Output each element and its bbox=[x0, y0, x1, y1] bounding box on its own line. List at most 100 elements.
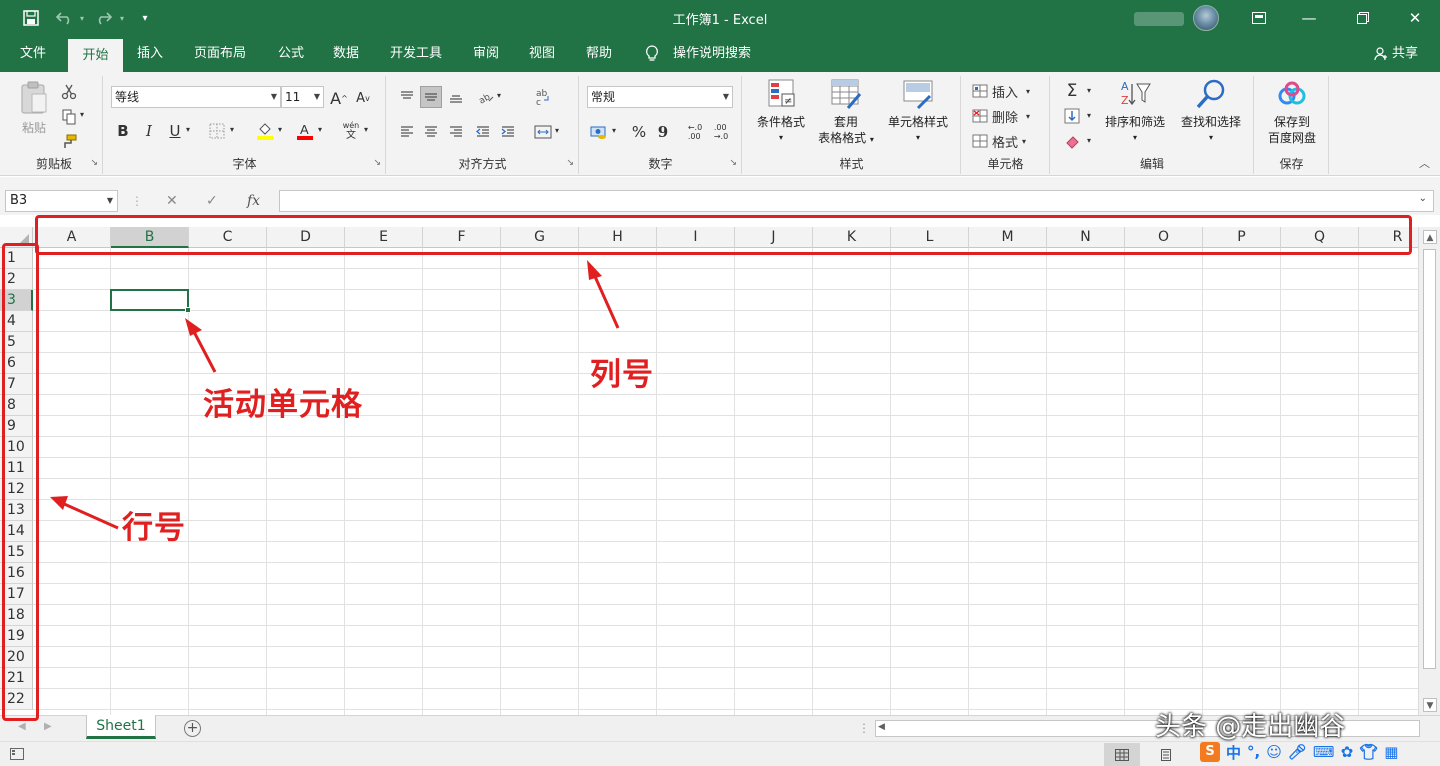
grow-font-icon[interactable]: A ^ bbox=[328, 87, 350, 109]
align-left-icon[interactable] bbox=[396, 121, 418, 143]
underline-button[interactable]: U bbox=[164, 120, 186, 142]
bold-button[interactable]: B bbox=[112, 120, 134, 142]
format-as-table-button[interactable]: 套用 表格格式 ▾ bbox=[811, 78, 881, 148]
orientation-icon[interactable]: ab bbox=[475, 86, 497, 108]
enter-icon[interactable]: ✓ bbox=[206, 190, 218, 212]
vertical-scroll-thumb[interactable] bbox=[1423, 249, 1436, 669]
fill-icon[interactable] bbox=[1061, 105, 1083, 127]
scroll-up-icon[interactable]: ▲ bbox=[1423, 230, 1437, 244]
clipboard-launcher-icon[interactable]: ↘ bbox=[90, 158, 98, 168]
paste-button[interactable]: 粘贴 bbox=[10, 80, 58, 136]
worksheet-grid[interactable]: A B C D E F G H I J K L M N O P Q R 1 2 3 4 5 6 7 8 9 10 11 12 13 14 15 1… bbox=[0, 227, 1418, 715]
autosum-icon[interactable]: Σ bbox=[1061, 80, 1083, 102]
align-right-icon[interactable] bbox=[445, 121, 467, 143]
tab-home[interactable]: 开始 bbox=[68, 39, 123, 72]
cell-styles-button[interactable]: 单元格样式 ▾ bbox=[879, 78, 957, 146]
close-icon[interactable]: ✕ bbox=[1392, 0, 1438, 36]
accounting-format-icon[interactable] bbox=[588, 121, 610, 143]
tell-me-search[interactable]: 操作说明搜索 bbox=[663, 36, 761, 72]
clear-dropdown-icon[interactable]: ▾ bbox=[1087, 136, 1091, 145]
copy-icon[interactable] bbox=[58, 106, 80, 128]
bottom-align-icon[interactable] bbox=[445, 86, 467, 108]
format-cells-button[interactable]: 格式 ▾ bbox=[972, 131, 1026, 151]
increase-indent-icon[interactable] bbox=[497, 121, 519, 143]
accounting-dropdown-icon[interactable]: ▾ bbox=[612, 126, 616, 135]
conditional-formatting-button[interactable]: ≠ 条件格式 ▾ bbox=[747, 78, 815, 146]
format-painter-icon[interactable] bbox=[58, 131, 80, 153]
cut-icon[interactable] bbox=[58, 81, 80, 103]
sheet-tab[interactable]: Sheet1 bbox=[86, 715, 156, 739]
fill-color-icon[interactable] bbox=[254, 120, 276, 142]
font-size-select[interactable]: 11 ▼ bbox=[281, 86, 324, 108]
font-name-select[interactable]: 等线 ▼ bbox=[111, 86, 281, 108]
vertical-scrollbar[interactable]: ▲ ▼ bbox=[1418, 227, 1440, 715]
sort-filter-button[interactable]: AZ 排序和筛选 ▾ bbox=[1099, 78, 1171, 146]
merge-center-icon[interactable] bbox=[532, 121, 554, 143]
tab-data[interactable]: 数据 bbox=[323, 36, 369, 72]
clear-icon[interactable] bbox=[1061, 130, 1083, 152]
number-format-select[interactable]: 常规 ▼ bbox=[587, 86, 733, 108]
number-launcher-icon[interactable]: ↘ bbox=[729, 158, 737, 168]
next-sheet-icon[interactable]: ▶ bbox=[44, 721, 52, 732]
orientation-dropdown-icon[interactable]: ▾ bbox=[497, 91, 501, 100]
expand-formula-bar-icon[interactable]: ⌄ bbox=[1419, 193, 1427, 204]
macro-record-icon[interactable] bbox=[8, 745, 26, 763]
decrease-decimal-button[interactable]: .00 →.0 bbox=[710, 121, 732, 143]
wrap-text-icon[interactable]: ab c bbox=[532, 86, 554, 108]
formula-input[interactable]: ⌄ bbox=[279, 190, 1434, 212]
insert-function-icon[interactable]: fx bbox=[247, 190, 260, 212]
comma-style-button[interactable]: 9 bbox=[652, 121, 674, 143]
minimize-icon[interactable]: — bbox=[1286, 0, 1332, 36]
cancel-icon[interactable]: ✕ bbox=[166, 190, 178, 212]
underline-dropdown-icon[interactable]: ▾ bbox=[186, 125, 190, 134]
italic-button[interactable]: I bbox=[138, 120, 160, 142]
fill-color-dropdown-icon[interactable]: ▾ bbox=[278, 125, 282, 134]
font-color-icon[interactable]: A bbox=[294, 120, 316, 142]
borders-icon[interactable] bbox=[206, 120, 228, 142]
add-sheet-icon[interactable]: + bbox=[184, 720, 201, 737]
decrease-indent-icon[interactable] bbox=[472, 121, 494, 143]
avatar[interactable] bbox=[1193, 5, 1219, 31]
collapse-ribbon-icon[interactable]: ︿ bbox=[1419, 155, 1430, 171]
fill-dropdown-icon[interactable]: ▾ bbox=[1087, 111, 1091, 120]
normal-view-icon[interactable] bbox=[1104, 743, 1140, 766]
autosum-dropdown-icon[interactable]: ▾ bbox=[1087, 86, 1091, 95]
tab-review[interactable]: 审阅 bbox=[463, 36, 509, 72]
phonetic-dropdown-icon[interactable]: ▾ bbox=[364, 125, 368, 134]
copy-dropdown-icon[interactable]: ▾ bbox=[80, 110, 84, 119]
page-layout-view-icon[interactable] bbox=[1148, 743, 1184, 766]
prev-sheet-icon[interactable]: ◀ bbox=[18, 721, 26, 732]
more-icon[interactable]: ⋮ bbox=[131, 190, 143, 212]
tab-page-layout[interactable]: 页面布局 bbox=[184, 36, 256, 72]
fill-handle[interactable] bbox=[185, 307, 191, 313]
increase-decimal-button[interactable]: ←.0 .00 bbox=[684, 121, 706, 143]
scroll-down-icon[interactable]: ▼ bbox=[1423, 698, 1437, 712]
tab-insert[interactable]: 插入 bbox=[127, 36, 173, 72]
ime-toolbar[interactable]: S 中 °, ☺ 🎤︎ ⌨ ✿ 👕︎ ▦ bbox=[1200, 740, 1398, 764]
scroll-left-icon[interactable]: ◀ bbox=[878, 722, 885, 732]
phonetic-guide-icon[interactable]: wén 文 bbox=[340, 120, 362, 142]
merge-dropdown-icon[interactable]: ▾ bbox=[555, 126, 559, 135]
active-cell[interactable] bbox=[110, 289, 189, 311]
tab-file[interactable]: 文件 bbox=[10, 36, 56, 72]
ribbon-display-options-icon[interactable] bbox=[1236, 0, 1282, 36]
middle-align-icon[interactable] bbox=[420, 86, 442, 108]
shrink-font-icon[interactable]: Av bbox=[352, 87, 374, 109]
tab-formulas[interactable]: 公式 bbox=[268, 36, 314, 72]
alignment-launcher-icon[interactable]: ↘ bbox=[566, 158, 574, 168]
find-select-button[interactable]: 查找和选择 ▾ bbox=[1173, 78, 1249, 146]
delete-cells-button[interactable]: 删除 ▾ bbox=[972, 106, 1030, 126]
restore-icon[interactable] bbox=[1340, 0, 1386, 36]
tab-developer[interactable]: 开发工具 bbox=[380, 36, 452, 72]
tab-view[interactable]: 视图 bbox=[519, 36, 565, 72]
top-align-icon[interactable] bbox=[396, 86, 418, 108]
save-to-baidu-button[interactable]: 保存到 百度网盘 bbox=[1259, 78, 1325, 146]
font-color-dropdown-icon[interactable]: ▾ bbox=[318, 125, 322, 134]
tab-help[interactable]: 帮助 bbox=[576, 36, 622, 72]
align-center-icon[interactable] bbox=[420, 121, 442, 143]
font-launcher-icon[interactable]: ↘ bbox=[373, 158, 381, 168]
insert-cells-button[interactable]: 插入 ▾ bbox=[972, 81, 1030, 101]
tab-split-handle[interactable]: ⋮ bbox=[858, 721, 870, 735]
borders-dropdown-icon[interactable]: ▾ bbox=[230, 125, 234, 134]
percent-button[interactable]: % bbox=[628, 121, 650, 143]
